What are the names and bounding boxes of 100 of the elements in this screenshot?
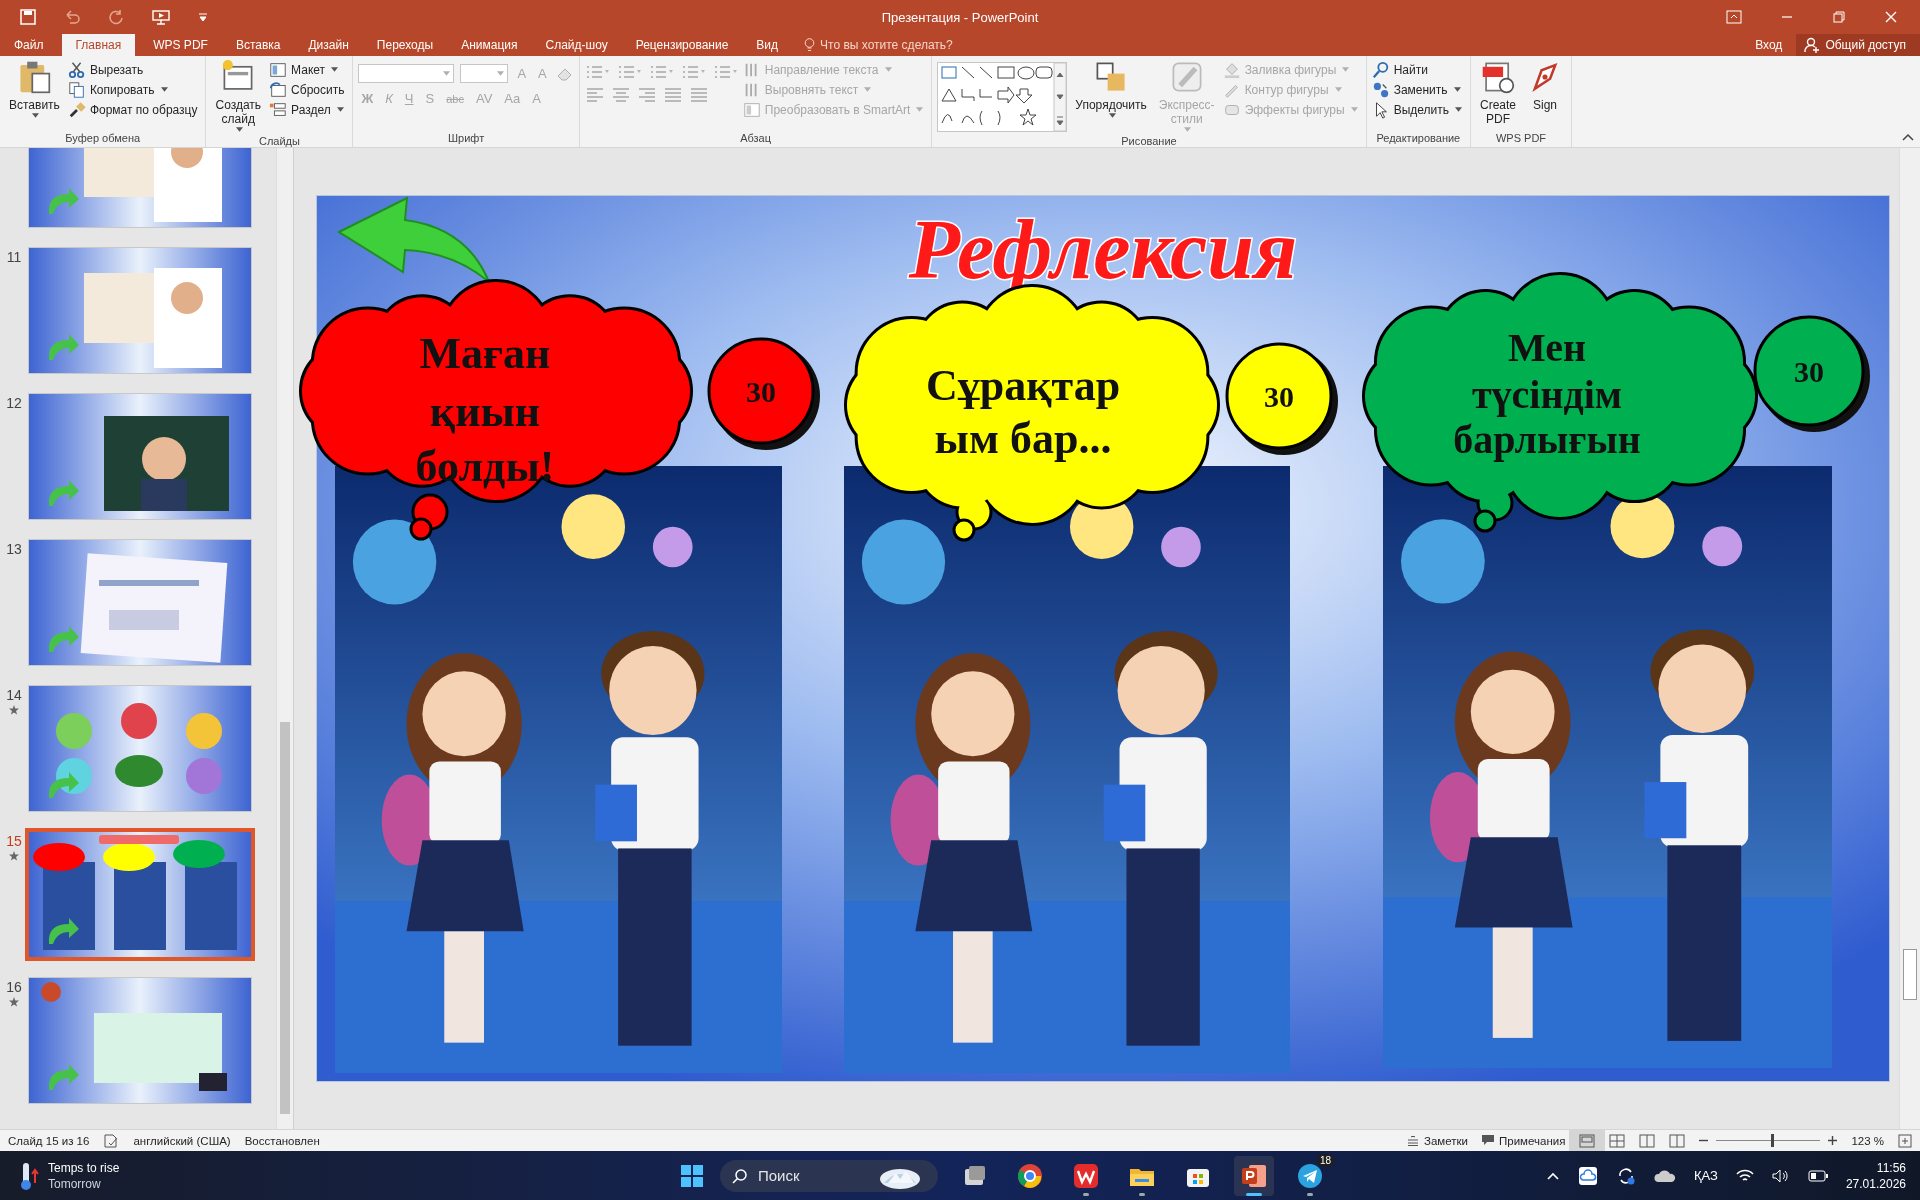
restore-icon[interactable]: [1832, 10, 1846, 24]
notes-button[interactable]: Заметки: [1407, 1134, 1468, 1147]
menu-tab[interactable]: Дизайн: [294, 34, 363, 56]
ribbon-button[interactable]: Раздел: [269, 100, 348, 119]
window-title: Презентация - PowerPoint: [881, 9, 1039, 25]
slide-number: 15: [6, 833, 22, 849]
slide-number: 11: [6, 249, 22, 265]
ribbon-button[interactable]: Sign: [1524, 58, 1567, 114]
ribbon-button[interactable]: Копировать: [67, 80, 201, 99]
counter-value: 30: [1794, 355, 1824, 388]
slide-thumbnail[interactable]: [28, 393, 252, 520]
ribbon-button[interactable]: Вставить: [5, 58, 64, 120]
ribbon-button[interactable]: Макет: [269, 60, 348, 79]
powerpoint-icon: [1241, 1162, 1267, 1189]
slide-thumbnail[interactable]: [25, 828, 255, 961]
caret-icon: [235, 127, 243, 132]
ribbon-button[interactable]: Выделить: [1371, 100, 1465, 119]
normal-view-icon[interactable]: [1569, 1129, 1606, 1152]
share-button[interactable]: Общий доступ: [1796, 34, 1920, 56]
scissors-icon: [67, 60, 86, 79]
replace-icon: [1371, 80, 1390, 99]
chevron-up-icon[interactable]: [1546, 1170, 1560, 1181]
slide-number: 16: [6, 979, 22, 995]
search-icon: [1371, 60, 1390, 79]
scrollbar[interactable]: [1899, 148, 1920, 1129]
caret-icon: [1342, 67, 1350, 72]
volume-icon[interactable]: [1771, 1168, 1790, 1183]
redo-icon[interactable]: [108, 9, 124, 25]
smartart-icon: [742, 100, 761, 119]
caret-icon: [1108, 113, 1116, 118]
cloud-app-icon[interactable]: [1578, 1165, 1598, 1186]
search-bar[interactable]: Поиск: [720, 1159, 938, 1192]
battery-icon[interactable]: [1807, 1169, 1828, 1182]
copy-icon: [67, 80, 86, 99]
menu-tab[interactable]: Вид: [742, 34, 793, 56]
ribbon-button[interactable]: Упорядочить: [1071, 58, 1151, 120]
menu-tab[interactable]: Переходы: [362, 34, 448, 56]
comment-icon: [1482, 1135, 1494, 1146]
ribbon-display-icon[interactable]: [1726, 10, 1742, 24]
menu-tab[interactable]: Файл: [0, 34, 58, 56]
tell-me-field[interactable]: Что вы хотите сделать?: [820, 38, 1001, 52]
keyboard-language[interactable]: ҚАЗ: [1694, 1168, 1718, 1183]
customize-caret-icon[interactable]: [198, 12, 208, 22]
sign-in-link[interactable]: Вход: [1741, 34, 1797, 56]
zoom-slider-thumb[interactable]: [1770, 1134, 1774, 1147]
menu-tab[interactable]: WPS PDF: [139, 34, 222, 56]
slide-thumbnail[interactable]: [28, 539, 252, 666]
ribbon-button[interactable]: Найти: [1371, 60, 1465, 79]
wps-icon: [1073, 1162, 1099, 1189]
slide-thumbnail[interactable]: [28, 977, 252, 1104]
ribbon-button[interactable]: Вырезать: [67, 60, 201, 79]
menu-tab[interactable]: Анимация: [447, 34, 532, 56]
clock-date[interactable]: 27.01.2026: [1845, 1175, 1906, 1192]
caret-icon: [336, 107, 344, 112]
font-size-field[interactable]: [460, 64, 509, 83]
taskbar-app[interactable]: [1234, 1155, 1274, 1196]
cloud-icon[interactable]: [1654, 1168, 1676, 1183]
caret-icon: [864, 87, 872, 92]
slide-number: 12: [6, 395, 22, 411]
save-icon[interactable]: [20, 9, 36, 25]
ribbon-button[interactable]: Формат по образцу: [67, 100, 201, 119]
clock-time[interactable]: 11:56: [1876, 1159, 1906, 1176]
spellcheck-icon[interactable]: [103, 1133, 120, 1148]
zoom-in-icon[interactable]: [1828, 1136, 1838, 1145]
ribbon-button[interactable]: Создать слайд: [211, 58, 266, 134]
menu-tab[interactable]: Главная: [61, 34, 136, 56]
undo-icon[interactable]: [64, 9, 80, 25]
comments-button[interactable]: Примечания: [1482, 1134, 1566, 1147]
sync-icon[interactable]: [1616, 1165, 1636, 1186]
zoom-percent[interactable]: 123 %: [1851, 1134, 1884, 1147]
start-icon[interactable]: [680, 1163, 704, 1188]
notification-badge: 18: [1316, 1153, 1334, 1167]
slide-title: Рефлексия: [908, 203, 1298, 296]
search-field[interactable]: Поиск: [756, 1166, 870, 1185]
font-name-field[interactable]: [358, 64, 455, 83]
language-label[interactable]: английский (США): [133, 1134, 231, 1147]
menu-tab[interactable]: Вставка: [221, 34, 295, 56]
menu-tab[interactable]: Рецензирование: [621, 34, 743, 56]
caret-icon: [1350, 107, 1358, 112]
weather-subtitle: Tomorrow: [48, 1175, 102, 1192]
caret-icon: [160, 87, 168, 92]
close-icon[interactable]: [1884, 10, 1898, 24]
shape-gallery[interactable]: [937, 62, 1068, 132]
slide-thumbnail[interactable]: [28, 247, 252, 374]
caret-icon: [31, 113, 39, 118]
scrollbar[interactable]: [276, 148, 293, 1129]
bubble-text: Мен түсіндім барлығын: [1453, 325, 1641, 462]
ribbon-button[interactable]: Заменить: [1371, 80, 1465, 99]
slide-thumbnail[interactable]: [28, 685, 252, 812]
ribbon-button[interactable]: Сбросить: [269, 80, 348, 99]
menu-tab[interactable]: Слайд-шоу: [531, 34, 622, 56]
telegram-icon: [1297, 1162, 1323, 1189]
group-label: Шрифт: [447, 131, 486, 146]
ribbon-button[interactable]: Create PDF: [1476, 58, 1521, 128]
fit-slide-icon[interactable]: [1898, 1133, 1912, 1148]
group-label: Рисование: [1120, 134, 1178, 148]
slide-counter: Слайд 15 из 16: [8, 1134, 90, 1147]
layout-icon: [269, 60, 288, 79]
collapse-ribbon-icon[interactable]: [1902, 133, 1914, 141]
wifi-icon[interactable]: [1735, 1168, 1754, 1183]
